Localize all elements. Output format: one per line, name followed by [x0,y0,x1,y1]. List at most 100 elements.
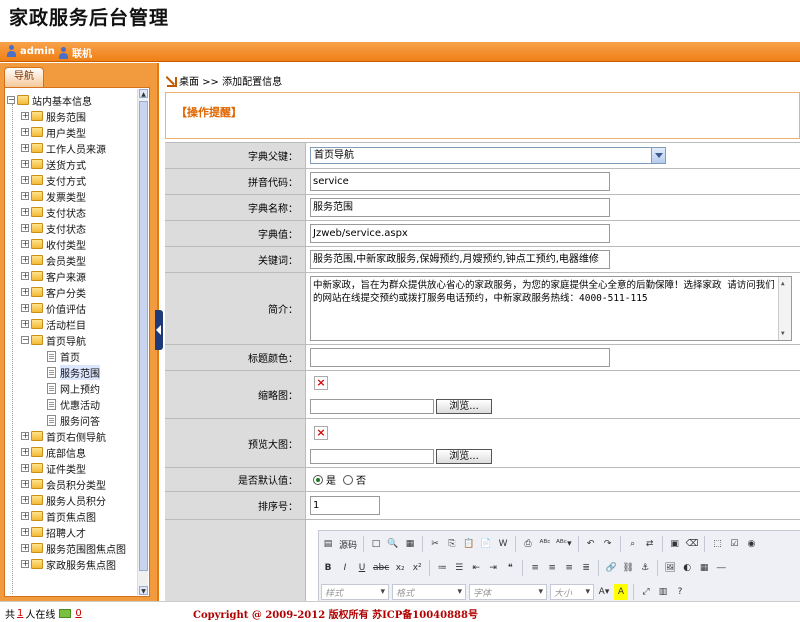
expand-icon[interactable]: + [21,448,29,456]
blocks-icon[interactable]: ▥ [656,584,670,600]
spellcheck-icon[interactable]: ᴬᴮᶜ [538,536,552,552]
source-icon[interactable]: ▤ [321,536,335,552]
format-select[interactable]: 格式 [392,584,466,600]
paste-text-icon[interactable]: 📄 [479,536,493,552]
bullet-list-icon[interactable]: ☰ [452,560,466,576]
print-icon[interactable]: ⎙ [521,536,535,552]
nav-root[interactable]: − 站内基本信息 [7,92,139,108]
collapse-icon[interactable]: − [7,96,15,104]
ordered-list-icon[interactable]: ≔ [435,560,449,576]
nav-tree-item[interactable]: + 招聘人才 [7,524,139,540]
title-color-input[interactable] [310,348,610,367]
nav-tree-item[interactable]: + 会员类型 [7,252,139,268]
expand-icon[interactable]: + [21,464,29,472]
nav-tree-item[interactable]: + 用户类型 [7,124,139,140]
align-right-icon[interactable]: ≡ [562,560,576,576]
nav-tree-item[interactable]: + 家政服务焦点图 [7,556,139,572]
nav-tree-item[interactable]: + 工作人员来源 [7,140,139,156]
nav-tree-item[interactable]: + 发票类型 [7,188,139,204]
image-icon[interactable]: 🖼 [663,560,677,576]
tab-nav[interactable]: 导航 [4,67,44,87]
find-icon[interactable]: ⌕ [626,536,640,552]
expand-icon[interactable]: + [21,112,29,120]
expand-icon[interactable]: + [21,192,29,200]
online-status[interactable]: 联机 [58,45,92,60]
table-icon[interactable]: ▦ [697,560,711,576]
flash-icon[interactable]: ◐ [680,560,694,576]
collapse-nav-icon[interactable] [155,310,163,350]
nav-tree-item[interactable]: + 会员积分类型 [7,476,139,492]
nav-tree-item[interactable]: + 服务范围 [7,108,139,124]
nav-tree-item[interactable]: + 送货方式 [7,156,139,172]
select-all-icon[interactable]: ▣ [668,536,682,552]
blockquote-icon[interactable]: ❝ [503,560,517,576]
expand-icon[interactable]: + [21,432,29,440]
nav-tree-item[interactable]: + 底部信息 [7,444,139,460]
mail-count[interactable]: 0 [75,608,81,619]
parent-select[interactable]: 首页导航 [310,147,666,164]
paste-word-icon[interactable]: W [496,536,510,552]
indent-icon[interactable]: ⇥ [486,560,500,576]
cut-icon[interactable]: ✂ [428,536,442,552]
radio-yes[interactable] [313,474,323,485]
expand-icon[interactable]: + [21,256,29,264]
expand-icon[interactable]: + [21,480,29,488]
unlink-icon[interactable]: ⛓ [621,560,635,576]
sort-input[interactable]: 1 [310,496,380,515]
nav-tree-item[interactable]: + 服务范围图焦点图 [7,540,139,556]
scroll-down-icon[interactable]: ▼ [139,586,148,595]
user-info[interactable]: admin [6,45,55,57]
scroll-thumb[interactable] [139,101,148,571]
expand-icon[interactable]: + [21,224,29,232]
size-select[interactable]: 大小 [550,584,594,600]
expand-icon[interactable]: + [21,544,29,552]
nav-tree-item[interactable]: + 支付方式 [7,172,139,188]
bg-color-icon[interactable]: A [614,584,628,600]
link-icon[interactable]: 🔗 [604,560,618,576]
help-icon[interactable]: ? [673,584,687,600]
expand-icon[interactable]: + [21,144,29,152]
nav-tree-item[interactable]: + 首页焦点图 [7,508,139,524]
text-color-icon[interactable]: A▾ [597,584,611,600]
rich-text-editor[interactable]: ▤ 源码 □ 🔍 ▦ ✂ ⎘ 📋 📄 W ⎙ ᴬᴮᶜ ᴬᴮᶜ▾ ↶ ↷ ⌕ ⇄ … [318,530,800,610]
nav-tree-item[interactable]: + 价值评估 [7,300,139,316]
source-button[interactable]: 源码 [338,536,358,552]
nav-tree-item[interactable]: 服务问答 [7,412,139,428]
align-center-icon[interactable]: ≡ [545,560,559,576]
outdent-icon[interactable]: ⇤ [469,560,483,576]
hr-icon[interactable]: ― [714,560,728,576]
redo-icon[interactable]: ↷ [601,536,615,552]
expand-icon[interactable]: + [21,512,29,520]
align-left-icon[interactable]: ≡ [528,560,542,576]
expand-icon[interactable]: + [21,160,29,168]
font-select[interactable]: 字体 [469,584,547,600]
preview-icon[interactable]: 🔍 [386,536,400,552]
expand-icon[interactable]: + [21,320,29,328]
nav-tree-item[interactable]: 首页 [7,348,139,364]
radio-no[interactable] [343,474,353,485]
nav-tree-item[interactable]: − 首页导航 [7,332,139,348]
italic-icon[interactable]: I [338,560,352,576]
template-icon[interactable]: ▦ [403,536,417,552]
form-icon[interactable]: ⬚ [710,536,724,552]
nav-tree-item[interactable]: 网上预约 [7,380,139,396]
spellcheck-menu-icon[interactable]: ᴬᴮᶜ▾ [555,536,573,552]
mail-icon[interactable] [59,609,72,618]
checkbox-icon[interactable]: ☑ [727,536,741,552]
nav-tree-item[interactable]: 服务范围 [7,364,139,380]
expand-icon[interactable]: + [21,528,29,536]
nav-tree-item[interactable]: + 客户来源 [7,268,139,284]
name-input[interactable]: 服务范围 [310,198,610,217]
expand-icon[interactable]: + [21,240,29,248]
justify-icon[interactable]: ≣ [579,560,593,576]
expand-icon[interactable]: + [21,304,29,312]
nav-tree-item[interactable]: + 活动栏目 [7,316,139,332]
thumb-browse-button[interactable]: 浏览... [436,399,492,414]
anchor-icon[interactable]: ⚓ [638,560,652,576]
nav-tree-item[interactable]: + 支付状态 [7,220,139,236]
nav-tree-item[interactable]: 优惠活动 [7,396,139,412]
new-page-icon[interactable]: □ [369,536,383,552]
expand-icon[interactable]: + [21,272,29,280]
nav-tree-item[interactable]: + 支付状态 [7,204,139,220]
keywords-input[interactable]: 服务范围,中新家政服务,保姆预约,月嫂预约,钟点工预约,电器维修 [310,250,610,269]
